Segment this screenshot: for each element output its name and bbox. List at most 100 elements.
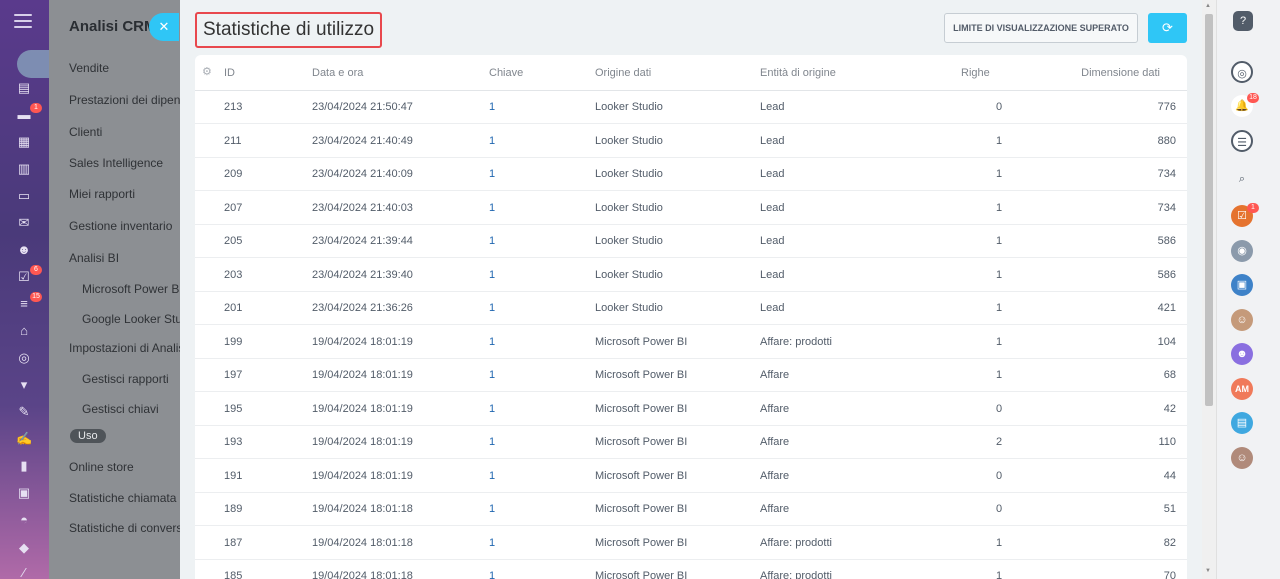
scroll-up-arrow[interactable]: ▲ <box>1205 3 1211 9</box>
cell-datetime: 19/04/2024 18:01:19 <box>312 402 413 415</box>
cell-source: Looker Studio <box>595 302 663 314</box>
limit-exceeded-button[interactable]: LIMITE DI VISUALIZZAZIONE SUPERATO <box>944 13 1138 43</box>
feed-icon[interactable]: ▤ <box>16 80 32 96</box>
panel-item-gestisci-chiavi[interactable]: Gestisci chiavi <box>82 402 159 416</box>
panel-item-gestione-inventario[interactable]: Gestione inventario <box>69 219 172 233</box>
panel-item-miei-rapporti[interactable]: Miei rapporti <box>69 187 135 201</box>
cell-key[interactable]: 1 <box>489 259 495 292</box>
panel-item-gestisci-rapporti[interactable]: Gestisci rapporti <box>82 372 169 386</box>
scrollbar-thumb[interactable] <box>1205 14 1213 406</box>
column-header-rows[interactable]: Righe <box>961 55 990 91</box>
cell-id: 211 <box>224 134 242 147</box>
panel-item-statistiche-chiamata[interactable]: Statistiche chiamata <box>69 491 176 505</box>
cell-key[interactable]: 1 <box>489 91 495 124</box>
shop-icon[interactable]: ▾ <box>16 377 32 393</box>
table-row[interactable]: 195 19/04/2024 18:01:19 1 Microsoft Power B… <box>195 393 1187 426</box>
analytics-icon[interactable]: ▮ <box>16 458 32 474</box>
cell-key[interactable]: 1 <box>489 158 495 191</box>
help-icon[interactable]: ? <box>1233 11 1253 31</box>
scroll-down-arrow[interactable]: ▼ <box>1205 568 1211 574</box>
gear-icon[interactable]: ⚙ <box>202 67 213 78</box>
table-row[interactable]: 187 19/04/2024 18:01:18 1 Microsoft Power B… <box>195 527 1187 560</box>
user-avatar[interactable]: ☺ <box>1231 309 1253 331</box>
table-row[interactable]: 185 19/04/2024 18:01:18 1 Microsoft Power B… <box>195 560 1187 579</box>
panel-item-vendite[interactable]: Vendite <box>69 61 109 75</box>
table-row[interactable]: 189 19/04/2024 18:01:18 1 Microsoft Power B… <box>195 493 1187 526</box>
close-slider-button[interactable]: ✕ <box>149 13 179 41</box>
sites-icon[interactable]: ⌂ <box>16 323 32 339</box>
cell-id: 187 <box>224 536 243 549</box>
menu-icon[interactable] <box>14 14 32 28</box>
calendar-icon[interactable]: ▦ <box>16 134 32 150</box>
panel-item-power-bi[interactable]: Microsoft Power BI <box>82 282 183 296</box>
messenger-icon[interactable]: ☰ <box>1231 130 1253 152</box>
panel-item-impostazioni[interactable]: Impostazioni di Analisi <box>69 341 187 355</box>
contact-group-icon[interactable]: ▣ <box>1231 274 1253 296</box>
panel-item-sales-intelligence[interactable]: Sales Intelligence <box>69 156 163 170</box>
column-header-source[interactable]: Origine dati <box>595 55 651 91</box>
cell-key[interactable]: 1 <box>489 493 495 526</box>
panel-item-clienti[interactable]: Clienti <box>69 125 102 139</box>
table-row[interactable]: 211 23/04/2024 21:40:49 1 Looker Studio Lead… <box>195 125 1187 158</box>
cell-key[interactable]: 1 <box>489 225 495 258</box>
cell-source: Microsoft Power BI <box>595 335 688 348</box>
cell-entity: Affare <box>760 503 790 515</box>
cell-key[interactable]: 1 <box>489 292 495 325</box>
contacts-icon[interactable]: ☻ <box>16 242 32 258</box>
panel-item-statistiche-conversazioni[interactable]: Statistiche di conversa <box>69 521 189 535</box>
search-icon[interactable]: ⌕ <box>1231 168 1253 190</box>
user-avatar-2[interactable]: ☺ <box>1231 447 1253 469</box>
column-header-entity[interactable]: Entità di origine <box>760 55 836 91</box>
column-header-id[interactable]: ID <box>224 55 235 91</box>
contact-card-icon[interactable]: ▤ <box>1231 412 1253 434</box>
panel-item-prestazioni[interactable]: Prestazioni dei dipend <box>69 93 187 107</box>
cell-key[interactable]: 1 <box>489 326 495 359</box>
avatar-initials[interactable]: AM <box>1231 378 1253 400</box>
cell-key[interactable]: 1 <box>489 125 495 158</box>
table-row[interactable]: 199 19/04/2024 18:01:19 1 Microsoft Power B… <box>195 326 1187 359</box>
sign-icon[interactable]: ✍ <box>16 431 32 447</box>
table-row[interactable]: 191 19/04/2024 18:01:19 1 Microsoft Power B… <box>195 460 1187 493</box>
copilot-icon[interactable]: ◎ <box>1231 61 1253 83</box>
cell-key[interactable]: 1 <box>489 359 495 392</box>
automation-icon[interactable]: ✎ <box>16 404 32 420</box>
cell-key[interactable]: 1 <box>489 527 495 560</box>
table-row[interactable]: 209 23/04/2024 21:40:09 1 Looker Studio Lead… <box>195 158 1187 191</box>
table-row[interactable]: 197 19/04/2024 18:01:19 1 Microsoft Power B… <box>195 359 1187 392</box>
marketing-icon[interactable]: ◎ <box>16 350 32 366</box>
cell-key[interactable]: 1 <box>489 560 495 579</box>
group-avatar[interactable]: ☻ <box>1231 343 1253 365</box>
table-row[interactable]: 203 23/04/2024 21:39:40 1 Looker Studio Lead… <box>195 259 1187 292</box>
cell-rows: 0 <box>996 469 1003 482</box>
table-row[interactable]: 205 23/04/2024 21:39:44 1 Looker Studio Lead… <box>195 225 1187 258</box>
panel-item-online-store[interactable]: Online store <box>69 460 134 474</box>
cell-entity: Affare <box>760 436 790 448</box>
cell-key[interactable]: 1 <box>489 192 495 225</box>
drive-icon[interactable]: ▭ <box>16 188 32 204</box>
panel-item-uso[interactable]: Uso <box>70 429 106 443</box>
panel-item-analisi-bi[interactable]: Analisi BI <box>69 251 119 265</box>
usage-statistics-slider: Statistiche di utilizzo LIMITE DI VISUAL… <box>180 0 1216 579</box>
table-row[interactable]: 207 23/04/2024 21:40:03 1 Looker Studio Lead… <box>195 192 1187 225</box>
cell-key[interactable]: 1 <box>489 393 495 426</box>
cell-rows: 0 <box>996 101 1003 113</box>
scrollbar[interactable]: ▲ ▼ <box>1202 0 1216 579</box>
mail-icon[interactable]: ✉ <box>16 215 32 231</box>
column-header-size[interactable]: Dimensione dati <box>1055 55 1160 91</box>
column-header-key[interactable]: Chiave <box>489 55 523 91</box>
group-chat-avatar[interactable]: ◉ <box>1231 240 1253 262</box>
refresh-button[interactable]: ⟳ <box>1148 13 1187 43</box>
cell-rows: 1 <box>996 570 1003 579</box>
cell-key[interactable]: 1 <box>489 460 495 493</box>
market-icon[interactable]: ◆ <box>16 540 32 556</box>
robot-icon[interactable]: ◓ <box>16 512 32 528</box>
column-header-datetime[interactable]: Data e ora <box>312 55 363 91</box>
contact-center-icon[interactable]: ▣ <box>16 485 32 501</box>
document-icon[interactable]: ▥ <box>16 161 32 177</box>
more-icon[interactable]: ⁄ <box>16 565 32 579</box>
cell-key[interactable]: 1 <box>489 426 495 459</box>
table-row[interactable]: 213 23/04/2024 21:50:47 1 Looker Studio Lead… <box>195 91 1187 124</box>
panel-item-looker[interactable]: Google Looker Stud <box>82 312 189 326</box>
table-row[interactable]: 201 23/04/2024 21:36:26 1 Looker Studio Lead… <box>195 292 1187 325</box>
table-row[interactable]: 193 19/04/2024 18:01:19 1 Microsoft Power B… <box>195 426 1187 459</box>
